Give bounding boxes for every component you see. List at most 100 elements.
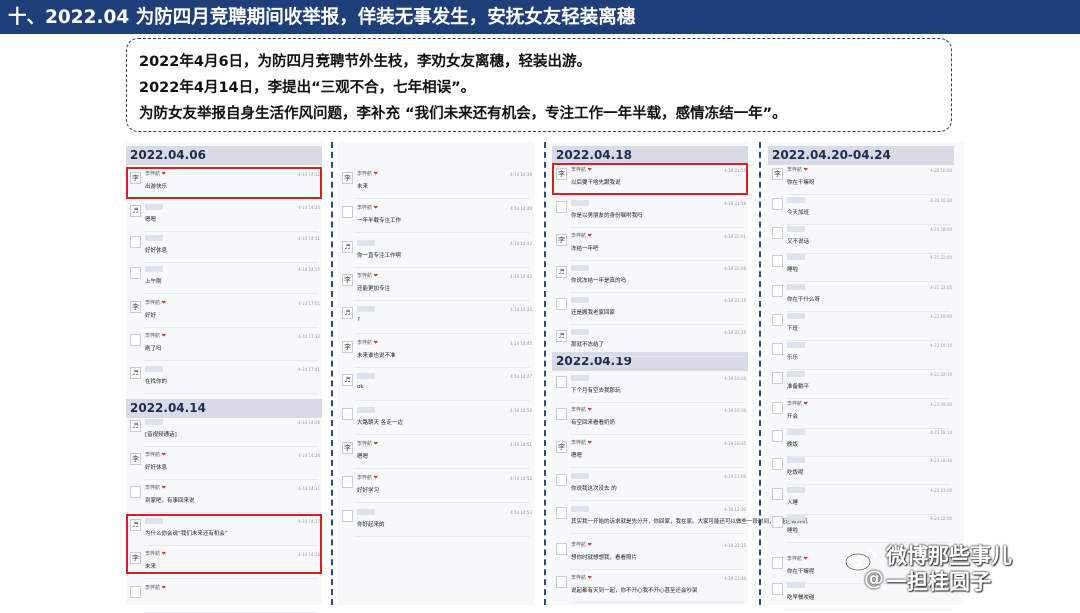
chat-message: 又不说话 4-20 18:00 <box>772 225 954 251</box>
avatar <box>772 198 783 210</box>
message-separator <box>570 500 744 501</box>
message-separator <box>356 502 530 503</box>
message-text: 在找你的 <box>145 379 168 385</box>
message-text: 你一直专注工作啊 <box>357 253 402 259</box>
message-text: 你在干嘛呀 <box>787 180 815 186</box>
message-time: 4-14 14:40 <box>510 206 532 211</box>
message-text: 想你时就想想我，看看照片 <box>571 555 638 561</box>
heart-icon: ❤ <box>161 333 166 339</box>
chat-message: 李李梓航 ❤ 好好休息 4-14 14:28 <box>130 451 322 477</box>
message-text: 嗯嗯 <box>571 453 583 459</box>
avatar: 李 <box>342 442 353 454</box>
heart-icon: ❤ <box>803 401 808 407</box>
sender-name: 李梓航 ❤ <box>571 407 592 413</box>
highlight-box <box>552 163 748 195</box>
message-text: 那就不冻结了 <box>571 342 605 348</box>
message-time: 4-20 10:00 <box>930 168 952 173</box>
redacted-name <box>787 515 805 521</box>
redacted-name <box>571 375 589 381</box>
redacted-name <box>145 366 163 372</box>
message-separator <box>144 393 318 394</box>
chat-message: ♬ ok 4-14 14:47 <box>342 372 534 398</box>
avatar <box>342 206 353 218</box>
avatar <box>556 376 567 388</box>
message-text: 好好休息 <box>145 248 168 254</box>
avatar <box>772 430 783 442</box>
chat-message: 下个月有空去我那玩 4-19 10:20 <box>556 374 748 400</box>
message-time: 4-19 10:30 <box>724 408 746 413</box>
chat-message: 李梓航 ❤ 到家吧，有事回来说 4-14 14:31 <box>130 484 322 510</box>
redacted-name <box>787 487 805 493</box>
message-time: 4-14 14:52 <box>510 476 532 481</box>
avatar: ♬ <box>556 266 567 278</box>
heart-icon: ❤ <box>803 167 808 173</box>
sender-name: 李梓航 ❤ <box>145 485 166 491</box>
message-time: 4-14 14:31 <box>298 486 320 491</box>
message-time: 4-22 22:30 <box>930 372 952 377</box>
message-separator <box>786 281 950 282</box>
sender-name: 李梓航 ❤ <box>145 585 166 591</box>
message-text: 吃早餐咬碰 <box>787 595 815 601</box>
avatar: ♬ <box>130 420 141 432</box>
message-time: 4-14 14:44 <box>510 307 532 312</box>
message-text: 今天加班 <box>787 210 810 216</box>
avatar <box>556 543 567 555</box>
message-time: 4-21 22:05 <box>930 285 952 290</box>
redacted-name <box>571 265 589 271</box>
avatar: ♬ <box>130 205 141 217</box>
divider-line <box>331 142 333 605</box>
message-time: 4-20 10:30 <box>930 198 952 203</box>
chat-message: ♬ 你说冻结一年是真的吗 4-18 22:06 <box>556 264 748 290</box>
message-text: 一年半载专注工作 <box>357 218 402 224</box>
message-time: 4-23 18:10 <box>930 430 952 435</box>
sender-name: 李梓航 ❤ <box>571 440 592 446</box>
redacted-name <box>787 254 805 260</box>
message-separator <box>356 536 530 537</box>
message-separator <box>356 232 530 233</box>
message-text: 说起都有天到一起，你不开心我不开心甚至还会吵架 <box>571 588 698 594</box>
message-text: 你在干什么呀 <box>787 297 821 303</box>
message-text: 你好起来的 <box>357 522 385 528</box>
avatar: ♬ <box>342 374 353 386</box>
message-text: ok <box>357 384 364 390</box>
message-time: 4-18 22:15 <box>724 298 746 303</box>
chat-message: 乐乐 4-22 19:10 <box>772 341 954 367</box>
heart-icon: ❤ <box>373 340 378 346</box>
message-separator <box>356 300 530 301</box>
heart-icon: ❤ <box>161 300 166 306</box>
redacted-name <box>357 240 375 246</box>
chat-message: 李李梓航 ❤ 未来 4-14 14:39 <box>342 170 534 196</box>
chat-message: 李梓航 ❤ <box>130 584 322 610</box>
avatar <box>130 236 141 248</box>
message-time: 4-14 17:32 <box>298 334 320 339</box>
chat-message: 睡啦 4-24 22:00 <box>772 514 954 540</box>
chat-message: 李梓航 ❤ 一年半载专注工作 4-14 14:40 <box>342 204 534 230</box>
avatar <box>772 372 783 384</box>
avatar <box>772 227 783 239</box>
message-time: 4-19 10:35 <box>724 441 746 446</box>
chat-message: 李梓航 ❤ 有空回来看看奶奶 4-19 10:30 <box>556 406 748 432</box>
chat-message: ♬ 那就不冻结了 4-18 22:25 <box>556 328 748 354</box>
heart-icon: ❤ <box>587 233 592 239</box>
at-sign: @ <box>864 566 884 590</box>
redacted-name <box>571 506 589 512</box>
message-text: 乐乐 <box>787 355 799 361</box>
message-time: 4-14 14:39 <box>510 172 532 177</box>
message-text: 嗯嗯 <box>357 454 369 460</box>
redacted-name <box>787 582 805 588</box>
date-label: 2022.04.06 <box>126 146 322 165</box>
avatar <box>772 402 783 414</box>
message-separator <box>144 446 318 447</box>
chat-message: 李李梓航 ❤ 嗯嗯 4-19 10:35 <box>556 439 748 465</box>
avatar: 李 <box>772 168 783 180</box>
redacted-name <box>787 342 805 348</box>
sender-name: 李梓航 ❤ <box>571 575 592 581</box>
sender-name: 李梓航 ❤ <box>571 233 592 239</box>
slide-title: 十、2022.04 为防四月竞聘期间收举报，佯装无事发生，安抚女友轻装离穗 <box>8 7 636 28</box>
message-separator <box>144 512 318 513</box>
date-label: 2022.04.14 <box>126 399 322 418</box>
chat-message: 好好休息 4-14 14:51 <box>130 234 322 260</box>
message-text: 你在干嘛呢 <box>787 569 815 575</box>
message-separator <box>144 479 318 480</box>
message-text: 晚饭 <box>787 442 799 448</box>
